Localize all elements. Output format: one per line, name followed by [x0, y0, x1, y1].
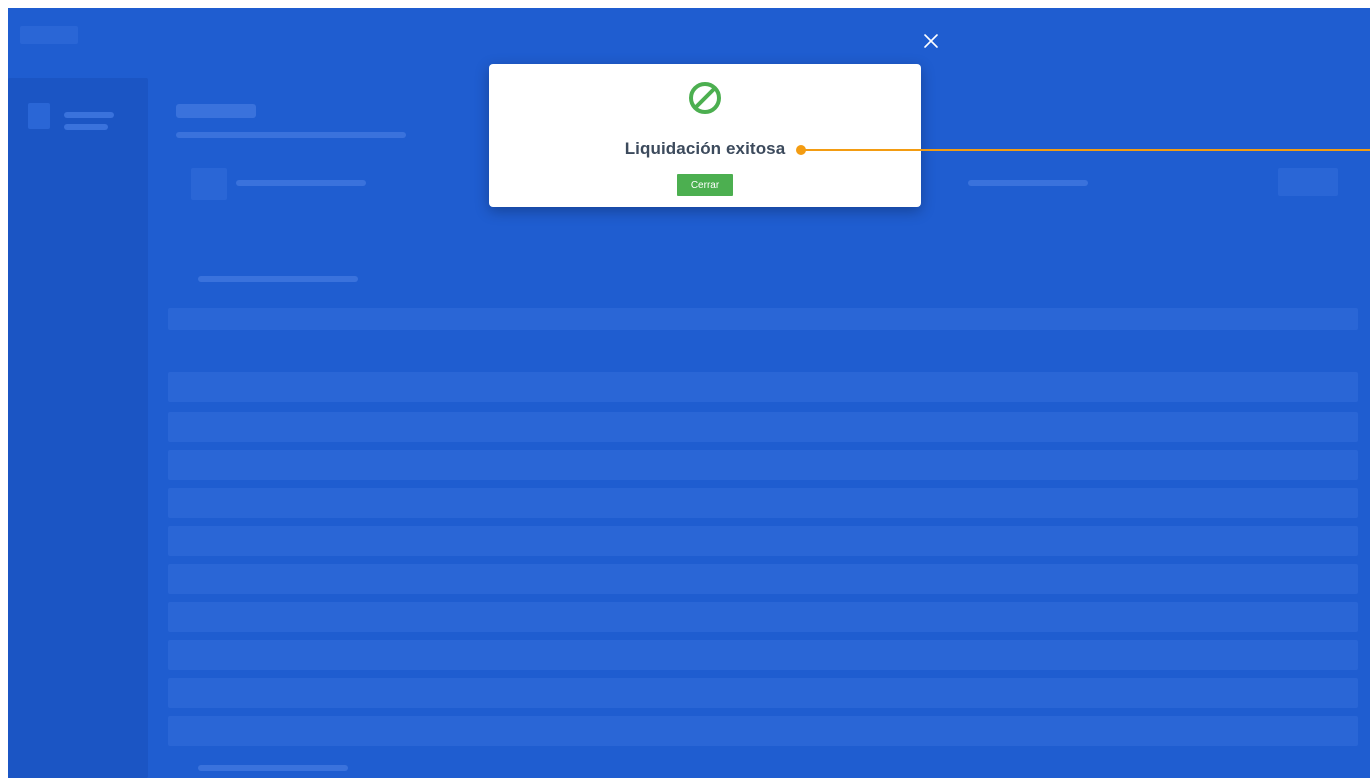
table-row — [168, 716, 1358, 746]
table-footer — [198, 765, 348, 771]
toolbar-button — [1278, 168, 1338, 196]
callout-line — [801, 149, 1370, 151]
prohibited-circle-icon — [687, 80, 723, 116]
table-row — [168, 564, 1358, 594]
toolbar-text — [968, 180, 1088, 186]
app-logo — [20, 26, 78, 44]
page-subheading — [176, 132, 406, 138]
table-row — [168, 372, 1358, 402]
sidebar-line — [64, 112, 114, 118]
callout-dot — [796, 145, 806, 155]
sidebar — [8, 78, 148, 778]
table-row — [168, 678, 1358, 708]
toolbar-text — [236, 180, 366, 186]
close-icon[interactable] — [920, 30, 942, 52]
close-button[interactable]: Cerrar — [677, 174, 733, 196]
modal-overlay: Liquidación exitosa Cerrar — [8, 8, 1370, 778]
table-row — [168, 640, 1358, 670]
table-row — [168, 526, 1358, 556]
result-dialog: Liquidación exitosa Cerrar — [489, 64, 921, 207]
sidebar-line — [64, 124, 108, 130]
table-row — [168, 450, 1358, 480]
table-row — [168, 488, 1358, 518]
table-caption — [198, 276, 358, 282]
table-row — [168, 602, 1358, 632]
table-header — [168, 308, 1358, 330]
sidebar-avatar — [28, 103, 50, 129]
table-row — [168, 412, 1358, 442]
toolbar-icon — [191, 168, 227, 200]
page-heading — [176, 104, 256, 118]
